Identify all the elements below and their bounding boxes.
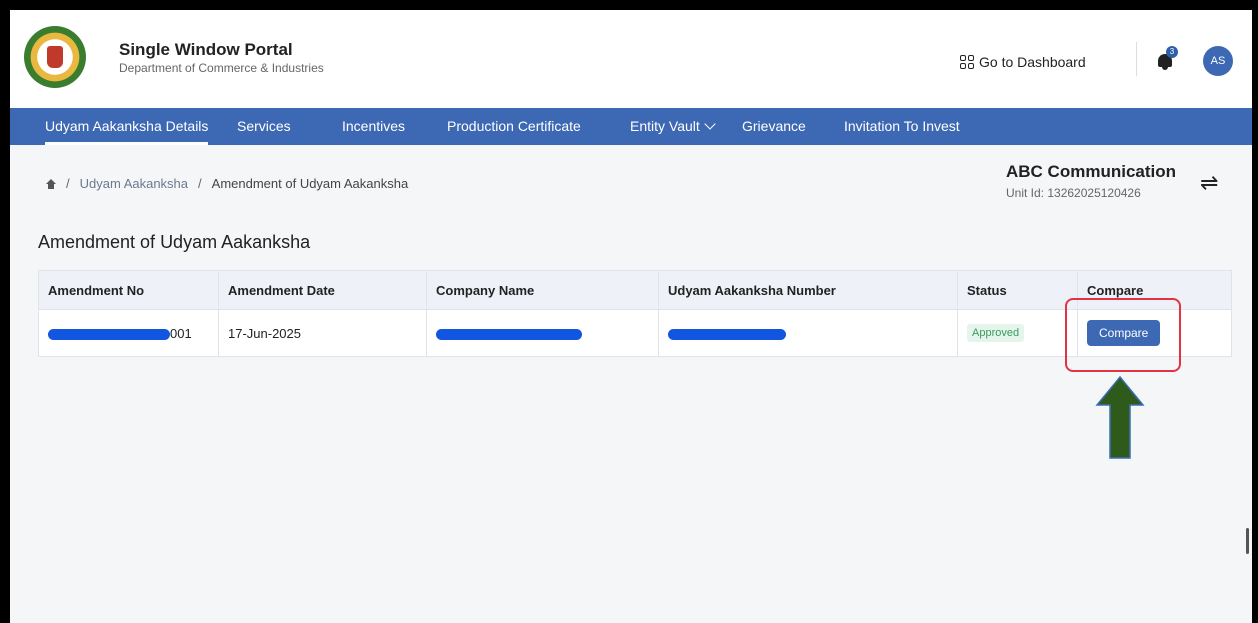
column-header: Udyam Aakanksha Number <box>658 270 958 310</box>
status-badge: Approved <box>967 324 1025 342</box>
breadcrumb-separator: / <box>66 176 70 191</box>
state-emblem-logo <box>24 26 86 88</box>
nav-production-certificate[interactable]: Production Certificate <box>447 108 581 145</box>
chevron-down-icon <box>704 118 716 130</box>
column-header: Company Name <box>426 270 659 310</box>
page-title: Amendment of Udyam Aakanksha <box>38 232 311 252</box>
main-nav: Udyam Aakanksha Details Services Incenti… <box>10 108 1252 145</box>
nav-entity-vault-label: Entity Vault <box>630 118 700 134</box>
nav-udyam-aakanksha-details[interactable]: Udyam Aakanksha Details <box>45 108 209 145</box>
column-header: Amendment No <box>38 270 219 310</box>
notification-badge: 3 <box>1166 46 1178 58</box>
nav-services[interactable]: Services <box>237 108 291 145</box>
breadcrumb-current: Amendment of Udyam Aakanksha <box>211 176 409 191</box>
scrollbar[interactable] <box>1246 528 1249 554</box>
portal-title: Single Window Portal <box>119 40 293 59</box>
redaction-mark <box>436 328 582 340</box>
nav-invitation-to-invest[interactable]: Invitation To Invest <box>844 108 960 145</box>
user-avatar[interactable]: AS <box>1203 46 1233 76</box>
app-header: Single Window Portal Department of Comme… <box>10 10 1252 108</box>
breadcrumb-udyam-aakanksha[interactable]: Udyam Aakanksha <box>80 176 188 191</box>
company-name-cell <box>426 309 659 357</box>
unit-id: Unit Id: 13262025120426 <box>1006 186 1141 200</box>
redaction-mark <box>668 328 786 340</box>
portal-subtitle: Department of Commerce & Industries <box>119 61 324 75</box>
column-header: Status <box>957 270 1078 310</box>
up-arrow-annotation <box>1095 375 1145 459</box>
table-row: 001 17-Jun-2025 Approved Compare <box>38 309 1232 357</box>
amendment-date-cell: 17-Jun-2025 <box>218 309 427 357</box>
breadcrumb: / Udyam Aakanksha / Amendment of Udyam A… <box>46 176 408 191</box>
go-to-dashboard-link[interactable]: Go to Dashboard <box>960 54 1086 70</box>
switch-unit-icon[interactable]: ⇌ <box>1200 170 1218 196</box>
column-header: Amendment Date <box>218 270 427 310</box>
redaction-mark <box>48 328 170 340</box>
dashboard-grid-icon <box>960 55 974 69</box>
highlight-box <box>1065 298 1181 372</box>
nav-grievance[interactable]: Grievance <box>742 108 806 145</box>
status-cell: Approved <box>957 309 1078 357</box>
home-icon[interactable] <box>46 178 56 189</box>
unit-name: ABC Communication <box>1006 162 1176 181</box>
breadcrumb-separator: / <box>198 176 202 191</box>
header-divider <box>1136 42 1137 76</box>
nav-entity-vault[interactable]: Entity Vault <box>630 108 716 145</box>
table-header-row: Amendment No Amendment Date Company Name… <box>38 270 1232 310</box>
amendment-no-cell: 001 <box>38 309 219 357</box>
amendment-no-visible: 001 <box>170 325 192 341</box>
dashboard-label: Go to Dashboard <box>979 54 1086 70</box>
amendment-table: Amendment No Amendment Date Company Name… <box>38 270 1232 357</box>
nav-incentives[interactable]: Incentives <box>342 108 405 145</box>
udyam-number-cell <box>658 309 958 357</box>
page: Single Window Portal Department of Comme… <box>10 10 1252 623</box>
